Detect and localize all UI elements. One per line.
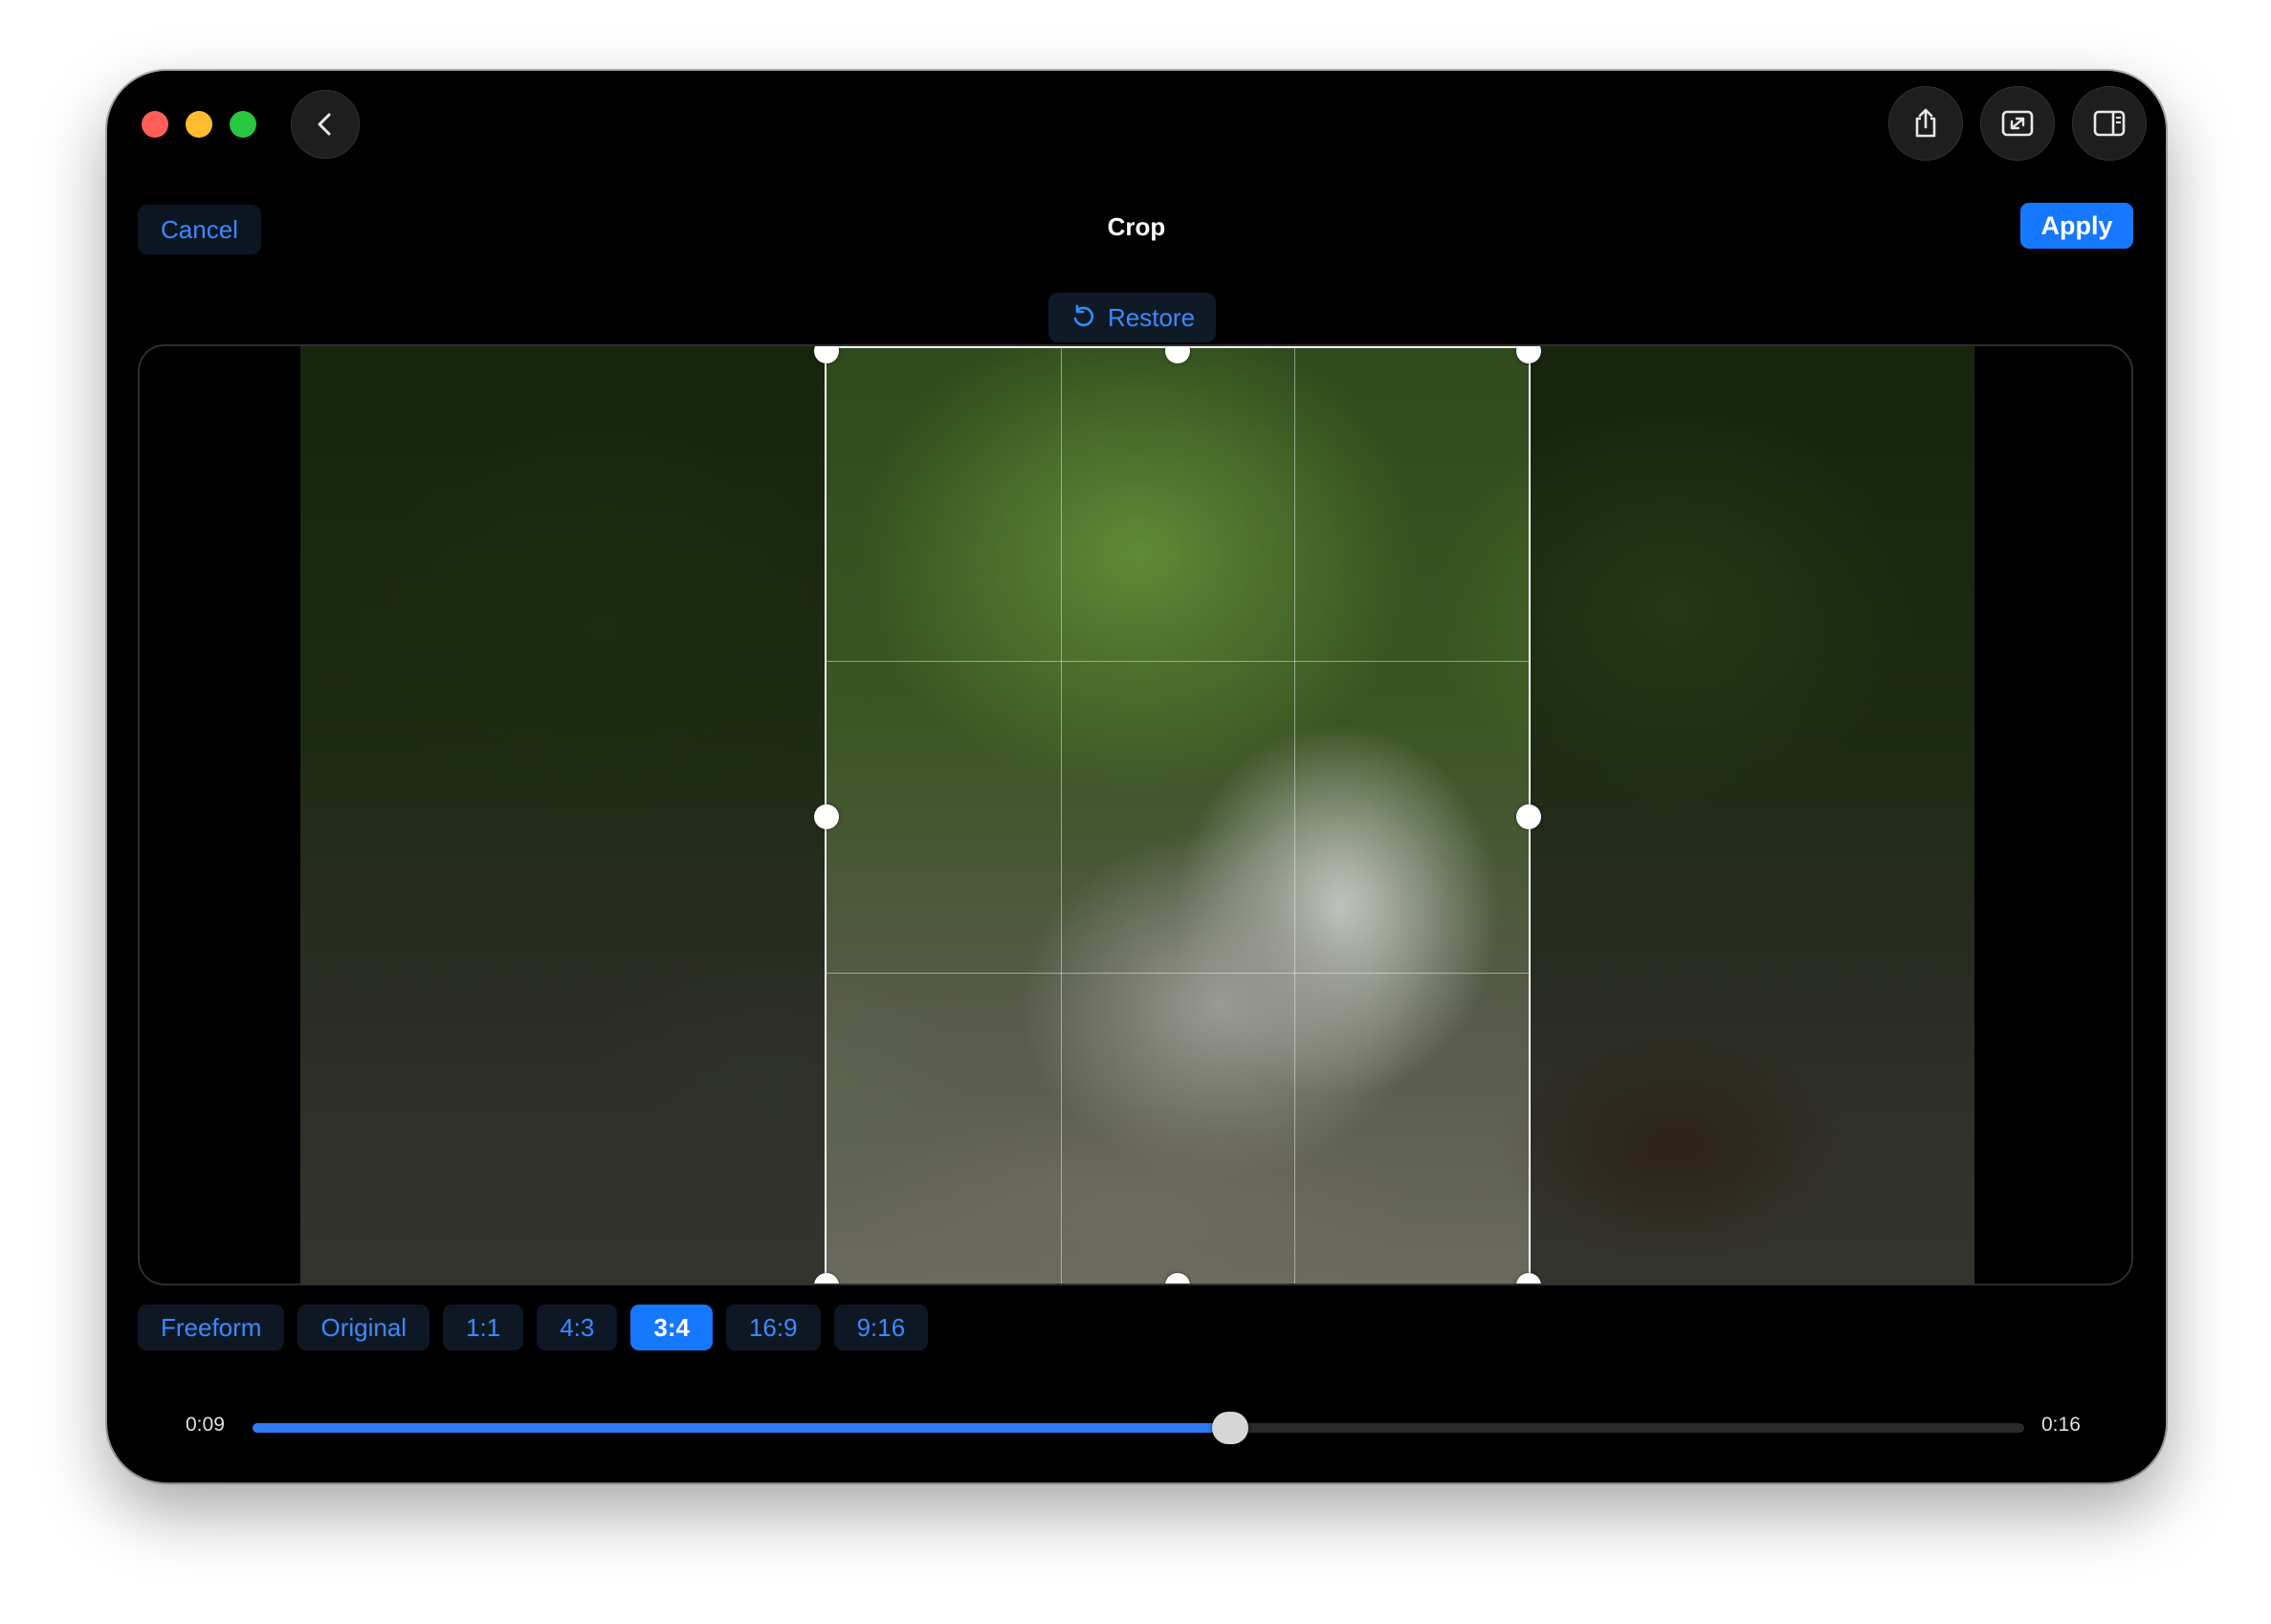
crop-canvas <box>138 344 2133 1285</box>
ratio-16-9[interactable]: 16:9 <box>725 1305 821 1350</box>
fit-screen-button[interactable] <box>1980 86 2055 161</box>
ratio-1-1[interactable]: 1:1 <box>443 1305 524 1350</box>
apply-button[interactable]: Apply <box>2020 203 2133 249</box>
crop-handle-left[interactable] <box>814 804 839 829</box>
aspect-ratio-bar: Freeform Original 1:1 4:3 3:4 16:9 9:16 <box>138 1305 929 1350</box>
crop-handle-top-left[interactable] <box>814 346 839 363</box>
zoom-window-button[interactable] <box>230 111 256 138</box>
timeline-progress <box>253 1423 1231 1433</box>
crop-mask-left <box>300 346 825 1284</box>
grid-line <box>827 660 1529 662</box>
grid-line <box>1294 348 1296 1284</box>
crop-handle-bottom[interactable] <box>1165 1273 1190 1284</box>
crop-handle-bottom-left[interactable] <box>814 1273 839 1284</box>
timeline-track[interactable] <box>253 1423 2024 1433</box>
minimize-window-button[interactable] <box>186 111 212 138</box>
ratio-3-4[interactable]: 3:4 <box>630 1305 713 1350</box>
page-title: Crop <box>1107 212 1166 241</box>
chevron-left-icon <box>318 113 331 136</box>
share-button[interactable] <box>1888 86 1963 161</box>
restore-label: Restore <box>1108 302 1196 332</box>
timeline-scrubber[interactable] <box>1212 1412 1249 1444</box>
grid-line <box>1060 348 1062 1284</box>
ratio-freeform[interactable]: Freeform <box>138 1305 285 1350</box>
restore-icon <box>1073 304 1094 327</box>
ratio-4-3[interactable]: 4:3 <box>537 1305 618 1350</box>
current-time: 0:09 <box>186 1414 225 1436</box>
crop-handle-right[interactable] <box>1516 804 1541 829</box>
crop-mask-right <box>1531 346 1974 1284</box>
fit-screen-icon <box>2001 110 2034 137</box>
ratio-9-16[interactable]: 9:16 <box>833 1305 929 1350</box>
ratio-original[interactable]: Original <box>298 1305 430 1350</box>
back-button[interactable] <box>291 90 360 159</box>
crop-window: Cancel Crop Apply Restore Freeform Origi… <box>107 71 2166 1482</box>
share-icon <box>1915 108 1936 138</box>
end-time: 0:16 <box>2041 1414 2081 1436</box>
restore-button[interactable]: Restore <box>1048 293 1217 342</box>
close-window-button[interactable] <box>142 111 168 138</box>
sidebar-icon <box>2093 110 2126 137</box>
sidebar-toggle-button[interactable] <box>2072 86 2147 161</box>
crop-handle-top[interactable] <box>1165 346 1190 363</box>
crop-rectangle[interactable] <box>814 346 1541 1284</box>
grid-line <box>827 973 1529 975</box>
